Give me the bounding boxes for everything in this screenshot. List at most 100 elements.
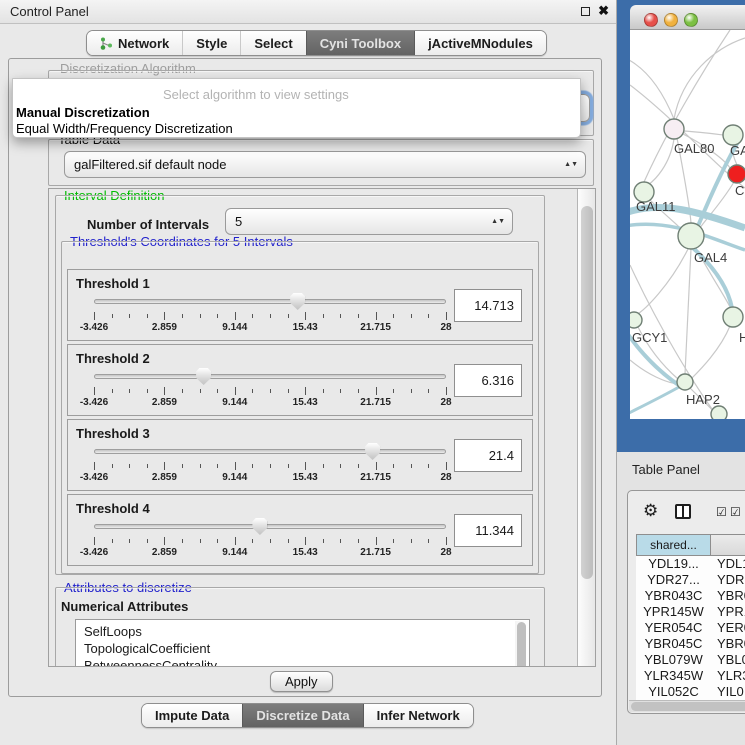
tick-label: 9.144: [222, 322, 247, 333]
node-label-gal4: GAL4: [694, 250, 727, 265]
slider-thumb[interactable]: [365, 443, 380, 460]
tick-label: 15.43: [293, 322, 318, 333]
tab-label: Discretize Data: [256, 708, 349, 723]
threshold-value-field[interactable]: 21.4: [454, 439, 522, 472]
slider-track[interactable]: [94, 374, 446, 379]
network-canvas[interactable]: GAL80GACGAL11GAL4GCY1HHAP2: [630, 30, 745, 419]
attribute-item-selfloops[interactable]: SelfLoops: [76, 620, 529, 640]
tab-jactivemnodules[interactable]: jActiveMNodules: [414, 31, 546, 55]
tick-label: 21.715: [360, 472, 391, 483]
column-header-1[interactable]: na: [711, 534, 745, 556]
network-node[interactable]: [723, 125, 743, 145]
network-node[interactable]: [728, 165, 745, 183]
table-row[interactable]: YLR345WYLR3: [636, 668, 745, 684]
threshold-slider[interactable]: [94, 519, 446, 535]
number-of-intervals-combobox[interactable]: 5 ▲▼: [225, 208, 513, 235]
tick-label: 21.715: [360, 547, 391, 558]
table-cell: YDR2: [711, 572, 745, 588]
tab-infer-network[interactable]: Infer Network: [363, 704, 473, 727]
network-node[interactable]: [630, 312, 642, 328]
slider-thumb[interactable]: [196, 368, 211, 385]
table-panel-title: Table Panel: [632, 462, 700, 477]
network-edge: [636, 249, 688, 315]
table-row[interactable]: YIL052CYIL0: [636, 684, 745, 700]
close-icon[interactable]: ✖: [598, 3, 609, 19]
tab-network[interactable]: Network: [87, 31, 182, 55]
table-cell: YLR3: [711, 668, 745, 684]
tab-select[interactable]: Select: [240, 31, 305, 55]
slider-ticks: [94, 462, 446, 470]
tab-cyni-toolbox[interactable]: Cyni Toolbox: [306, 31, 414, 55]
apply-button[interactable]: Apply: [270, 671, 333, 692]
threshold-value-field[interactable]: 6.316: [454, 364, 522, 397]
slider-thumb[interactable]: [290, 293, 305, 310]
tick-label: 15.43: [293, 547, 318, 558]
network-node[interactable]: [677, 374, 693, 390]
network-node[interactable]: [664, 119, 684, 139]
network-icon: [100, 37, 113, 50]
slider-thumb[interactable]: [252, 518, 267, 535]
top-tab-bar: NetworkStyleSelectCyni ToolboxjActiveMNo…: [86, 30, 547, 56]
threshold-slider[interactable]: [94, 294, 446, 310]
float-window-icon[interactable]: [581, 7, 590, 16]
network-edge: [692, 326, 730, 378]
split-columns-icon[interactable]: [675, 504, 691, 519]
network-node[interactable]: [678, 223, 704, 249]
network-window-titlebar[interactable]: [630, 5, 745, 30]
tick-label: 9.144: [222, 547, 247, 558]
table-cell: YDL1: [711, 556, 745, 572]
checkbox-checked-icon[interactable]: ☑: [730, 506, 741, 518]
tick-label: 28: [440, 547, 451, 558]
menu-item-equal-width-frequency[interactable]: Equal Width/Frequency Discretization: [16, 121, 233, 136]
settings-scrollbar[interactable]: [577, 189, 595, 666]
network-node[interactable]: [711, 406, 727, 419]
threshold-panel-4: Threshold 4-3.4262.8599.14415.4321.71528…: [67, 494, 533, 566]
attribute-item-betweennesscentrality[interactable]: BetweennessCentrality: [76, 657, 529, 667]
network-edge: [684, 131, 723, 135]
tick-label: -3.426: [80, 322, 108, 333]
threshold-slider[interactable]: [94, 444, 446, 460]
attribute-item-topologicalcoefficient[interactable]: TopologicalCoefficient: [76, 640, 529, 657]
threshold-value-field[interactable]: 11.344: [454, 514, 522, 547]
tick-label: -3.426: [80, 472, 108, 483]
threshold-title: Threshold 3: [76, 426, 150, 441]
slider-ticks: [94, 537, 446, 545]
tab-style[interactable]: Style: [182, 31, 240, 55]
table-row[interactable]: YPR145WYPR1: [636, 604, 745, 620]
tick-label: 28: [440, 322, 451, 333]
table-row[interactable]: YBR043CYBR0: [636, 588, 745, 604]
threshold-value-field[interactable]: 14.713: [454, 289, 522, 322]
table-horizontal-scrollbar[interactable]: [629, 700, 745, 712]
tick-label: 2.859: [152, 547, 177, 558]
checkbox-checked-icon[interactable]: ☑: [716, 506, 727, 518]
tab-discretize-data[interactable]: Discretize Data: [242, 704, 362, 727]
gear-icon[interactable]: ⚙: [643, 502, 658, 519]
minimize-light[interactable]: [664, 13, 678, 27]
table-cell: YBL079W: [636, 652, 711, 668]
slider-track[interactable]: [94, 524, 446, 529]
table-data-combobox[interactable]: galFiltered.sif default node ▲▼: [64, 151, 586, 178]
close-light[interactable]: [644, 13, 658, 27]
node-table: shared...naYDL19...YDL1YDR27...YDR2YBR04…: [636, 534, 745, 700]
threshold-slider[interactable]: [94, 369, 446, 385]
table-row[interactable]: YBL079WYBL0: [636, 652, 745, 668]
table-row[interactable]: YBR045CYBR0: [636, 636, 745, 652]
table-row[interactable]: YDR27...YDR2: [636, 572, 745, 588]
threshold-title: Threshold 2: [76, 351, 150, 366]
table-data-combo-value: galFiltered.sif default node: [74, 157, 226, 172]
table-row[interactable]: YDL19...YDL1: [636, 556, 745, 572]
network-node[interactable]: [723, 307, 743, 327]
settings-scrollbar-thumb[interactable]: [581, 206, 593, 579]
table-row[interactable]: YER054CYER0: [636, 620, 745, 636]
list-scrollbar[interactable]: [515, 621, 528, 667]
menu-item-manual-discretization[interactable]: Manual Discretization: [16, 105, 150, 120]
slider-track[interactable]: [94, 449, 446, 454]
tick-label: 9.144: [222, 472, 247, 483]
zoom-light[interactable]: [684, 13, 698, 27]
slider-track[interactable]: [94, 299, 446, 304]
node-label-gal11: GAL11: [636, 199, 676, 214]
network-edge: [630, 387, 679, 415]
column-header-0[interactable]: shared...: [636, 534, 711, 556]
numerical-attributes-list[interactable]: SelfLoopsTopologicalCoefficientBetweenne…: [75, 619, 530, 667]
tab-impute-data[interactable]: Impute Data: [142, 704, 242, 727]
